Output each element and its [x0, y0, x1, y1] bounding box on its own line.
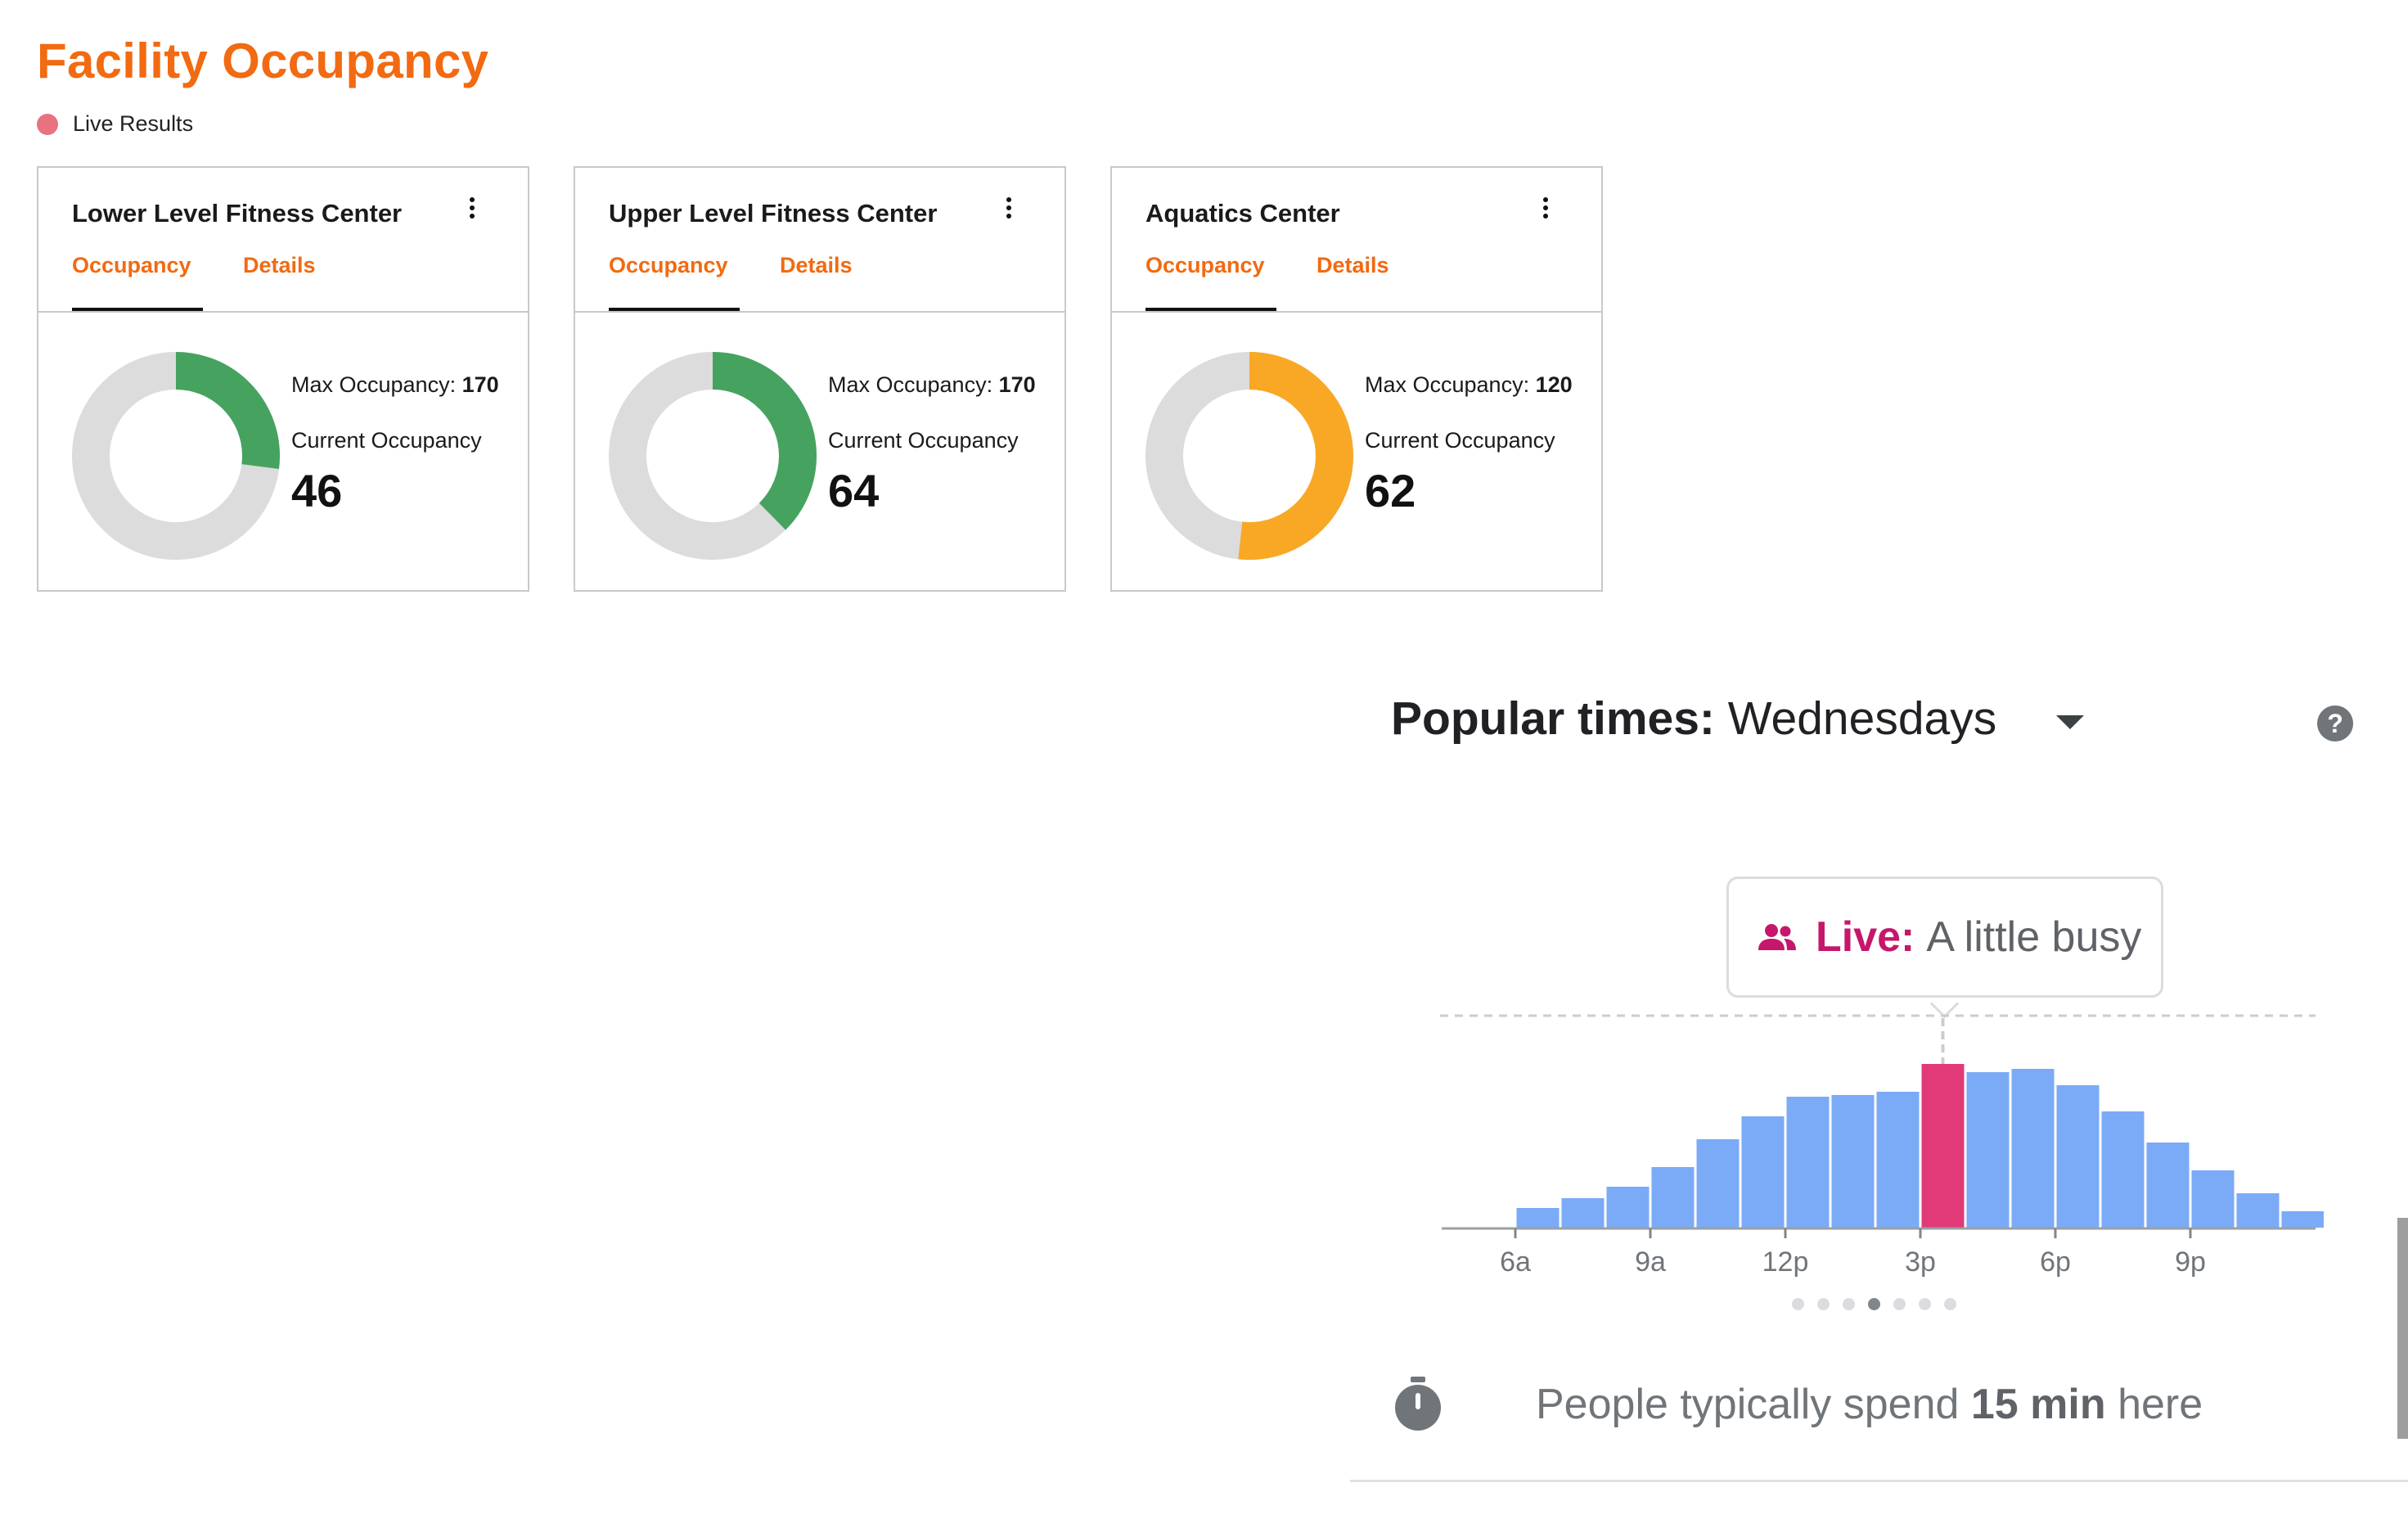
live-status-bubble: Live: A little busy	[1726, 877, 2163, 998]
max-occupancy: Max Occupancy: 170	[291, 372, 499, 397]
card-title: Aquatics Center	[1145, 199, 1340, 228]
hour-bar[interactable]	[1876, 1092, 1920, 1228]
facility-card-lower-level: Lower Level Fitness Center Occupancy Det…	[37, 166, 529, 592]
hour-bar[interactable]	[2191, 1170, 2235, 1228]
pager-dot[interactable]	[1817, 1298, 1830, 1310]
popular-times-title[interactable]: Popular times: Wednesdays	[1391, 692, 1996, 746]
more-options-icon[interactable]	[1004, 197, 1014, 222]
typical-visit-duration: People typically spend 15 min here	[1536, 1381, 2203, 1428]
people-icon	[1758, 924, 1796, 950]
occupancy-donut-chart	[1145, 352, 1353, 560]
hour-bar[interactable]	[1516, 1208, 1560, 1228]
visit-duration-value: 15 min	[1970, 1381, 2106, 1428]
more-options-icon[interactable]	[467, 197, 477, 222]
live-results-indicator: Live Results	[37, 111, 193, 137]
hour-bar[interactable]	[2236, 1193, 2280, 1228]
tab-details[interactable]: Details	[780, 253, 853, 278]
hour-bar[interactable]	[1561, 1198, 1605, 1228]
tab-details[interactable]: Details	[243, 253, 316, 278]
facility-card-upper-level: Upper Level Fitness Center Occupancy Det…	[574, 166, 1066, 592]
more-options-icon[interactable]	[1541, 197, 1551, 222]
tab-details[interactable]: Details	[1317, 253, 1389, 278]
card-title: Upper Level Fitness Center	[609, 199, 938, 228]
card-divider	[38, 311, 528, 313]
hour-bar[interactable]	[2056, 1085, 2100, 1228]
popular-times-chart: 6a 9a 12p 3p 6p 9p	[1440, 1014, 2325, 1278]
tab-occupancy[interactable]: Occupancy	[609, 253, 728, 278]
max-occupancy: Max Occupancy: 120	[1365, 372, 1573, 397]
live-hour-bar[interactable]	[1921, 1064, 1965, 1228]
pager-dot[interactable]	[1843, 1298, 1855, 1310]
card-title: Lower Level Fitness Center	[72, 199, 403, 228]
day-dropdown-caret-icon[interactable]	[2056, 715, 2084, 729]
current-occupancy-value: 46	[291, 465, 343, 516]
popular-times-day: Wednesdays	[1727, 692, 1997, 745]
tab-occupancy[interactable]: Occupancy	[1145, 253, 1265, 278]
stopwatch-icon	[1395, 1377, 1441, 1431]
scrollbar[interactable]	[2397, 1218, 2408, 1439]
card-divider	[1112, 311, 1601, 313]
section-divider	[1350, 1480, 2408, 1482]
hour-bar[interactable]	[1606, 1187, 1650, 1228]
hour-bar[interactable]	[2011, 1069, 2055, 1228]
occupancy-donut-chart	[72, 352, 280, 560]
page-title: Facility Occupancy	[37, 34, 489, 88]
current-occupancy-label: Current Occupancy	[291, 428, 482, 453]
hour-bar[interactable]	[2101, 1111, 2145, 1228]
pager-dot[interactable]	[1944, 1298, 1956, 1310]
current-occupancy-label: Current Occupancy	[1365, 428, 1555, 453]
hour-bar[interactable]	[2281, 1211, 2325, 1228]
live-status-dot	[37, 113, 58, 135]
pager-dot[interactable]	[1919, 1298, 1931, 1310]
x-tick-label: 6p	[2040, 1246, 2071, 1278]
hour-bar[interactable]	[1741, 1116, 1785, 1228]
x-tick-label: 3p	[1905, 1246, 1936, 1278]
popular-times-label: Popular times:	[1391, 692, 1715, 745]
max-occupancy: Max Occupancy: 170	[828, 372, 1036, 397]
current-occupancy-label: Current Occupancy	[828, 428, 1019, 453]
facility-card-aquatics: Aquatics Center Occupancy Details Max Oc…	[1110, 166, 1603, 592]
current-occupancy-value: 62	[1365, 465, 1416, 516]
hour-bar[interactable]	[2146, 1143, 2190, 1228]
pager-dot[interactable]	[1792, 1298, 1804, 1310]
hour-bar[interactable]	[1696, 1139, 1740, 1228]
current-occupancy-value: 64	[828, 465, 880, 516]
pager-dot[interactable]	[1893, 1298, 1906, 1310]
hour-bar[interactable]	[1831, 1095, 1875, 1228]
pager-dot[interactable]	[1868, 1298, 1880, 1310]
x-tick-label: 9p	[2175, 1246, 2206, 1278]
live-label: Live:	[1816, 913, 1915, 961]
help-icon[interactable]: ?	[2317, 705, 2353, 741]
x-tick-label: 12p	[1762, 1246, 1809, 1278]
hour-bar[interactable]	[1786, 1097, 1830, 1228]
hour-bar[interactable]	[1966, 1072, 2010, 1228]
x-tick-label: 6a	[1500, 1246, 1531, 1278]
occupancy-donut-chart	[609, 352, 817, 560]
max-occupancy-value: 170	[998, 372, 1036, 397]
live-results-label: Live Results	[73, 111, 194, 136]
x-tick-label: 9a	[1635, 1246, 1666, 1278]
live-busyness-status: A little busy	[1926, 913, 2142, 961]
max-occupancy-value: 120	[1535, 372, 1573, 397]
tab-occupancy[interactable]: Occupancy	[72, 253, 191, 278]
hour-bar[interactable]	[1651, 1167, 1695, 1228]
day-pager[interactable]	[1792, 1298, 1969, 1310]
card-divider	[575, 311, 1064, 313]
max-occupancy-value: 170	[461, 372, 499, 397]
